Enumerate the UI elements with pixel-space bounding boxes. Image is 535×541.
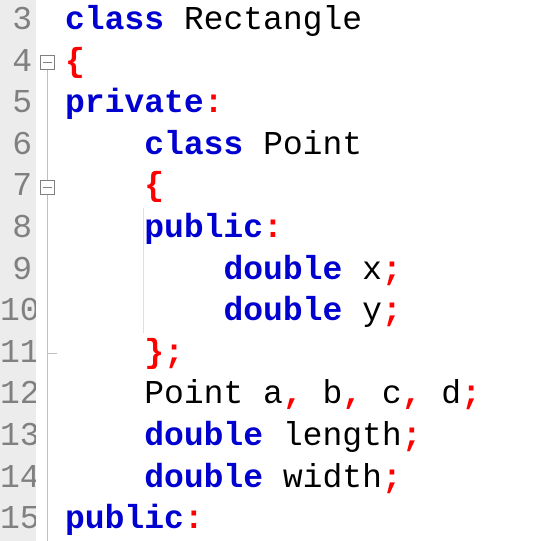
access-specifier: private	[65, 85, 204, 122]
keyword-class: class	[65, 2, 164, 39]
fold-end-marker	[47, 353, 57, 354]
code-text: b	[303, 376, 343, 413]
var-name: y	[362, 293, 382, 330]
open-brace: {	[65, 44, 85, 81]
line-number-gutter: 3 4 5 6 7 8 9 10 11 12 13 14 15	[0, 0, 36, 541]
line-number: 3	[0, 0, 36, 42]
keyword-double: double	[223, 293, 342, 330]
close-brace: }	[144, 335, 164, 372]
keyword-double: double	[223, 252, 342, 289]
type-name: Point	[263, 127, 362, 164]
code-text: d	[422, 376, 462, 413]
var-name: width	[283, 460, 382, 497]
keyword-class: class	[144, 127, 243, 164]
colon: :	[184, 501, 204, 538]
indent	[65, 376, 144, 413]
semicolon: ;	[164, 335, 184, 372]
indent-guide	[143, 208, 144, 333]
keyword-double: double	[144, 418, 263, 455]
space	[164, 2, 184, 39]
code-line: {	[65, 42, 535, 84]
fold-guide	[47, 70, 48, 541]
code-line: class Point	[65, 125, 535, 167]
space	[263, 460, 283, 497]
line-number: 9	[0, 250, 36, 292]
line-number: 8	[0, 208, 36, 250]
semicolon: ;	[382, 293, 402, 330]
semicolon: ;	[382, 252, 402, 289]
comma: ,	[402, 376, 422, 413]
line-number: 10	[0, 291, 36, 333]
line-number: 13	[0, 416, 36, 458]
semicolon: ;	[461, 376, 481, 413]
indent	[65, 252, 223, 289]
space	[342, 293, 362, 330]
access-specifier: public	[65, 501, 184, 538]
code-area[interactable]: class Rectangle { private: class Point {…	[61, 0, 535, 541]
space	[243, 127, 263, 164]
colon: :	[204, 85, 224, 122]
type-name: Rectangle	[184, 2, 362, 39]
code-text: Point a	[144, 376, 283, 413]
colon: :	[263, 210, 283, 247]
line-number: 4	[0, 42, 36, 84]
semicolon: ;	[382, 460, 402, 497]
line-number: 5	[0, 83, 36, 125]
fold-toggle-icon[interactable]	[40, 55, 55, 70]
code-line: public:	[65, 208, 535, 250]
code-line: class Rectangle	[65, 0, 535, 42]
indent	[65, 210, 144, 247]
code-line: double length;	[65, 416, 535, 458]
indent	[65, 335, 144, 372]
semicolon: ;	[402, 418, 422, 455]
fold-column	[36, 0, 61, 541]
line-number: 15	[0, 499, 36, 541]
space	[342, 252, 362, 289]
comma: ,	[283, 376, 303, 413]
indent	[65, 293, 223, 330]
code-line: };	[65, 333, 535, 375]
line-number: 7	[0, 166, 36, 208]
space	[263, 418, 283, 455]
line-number: 14	[0, 458, 36, 500]
code-line: double y;	[65, 291, 535, 333]
fold-toggle-icon[interactable]	[40, 180, 55, 195]
var-name: x	[362, 252, 382, 289]
code-line: double x;	[65, 250, 535, 292]
var-name: length	[283, 418, 402, 455]
access-specifier: public	[144, 210, 263, 247]
line-number: 11	[0, 333, 36, 375]
code-editor: 3 4 5 6 7 8 9 10 11 12 13 14 15 class Re…	[0, 0, 535, 541]
indent	[65, 168, 144, 205]
code-line: Point a, b, c, d;	[65, 374, 535, 416]
code-line: private:	[65, 83, 535, 125]
indent	[65, 460, 144, 497]
indent	[65, 127, 144, 164]
indent	[65, 418, 144, 455]
open-brace: {	[144, 168, 164, 205]
code-text: c	[362, 376, 402, 413]
line-number: 12	[0, 374, 36, 416]
code-line: {	[65, 166, 535, 208]
comma: ,	[342, 376, 362, 413]
line-number: 6	[0, 125, 36, 167]
code-line: public:	[65, 499, 535, 541]
code-line: double width;	[65, 458, 535, 500]
keyword-double: double	[144, 460, 263, 497]
